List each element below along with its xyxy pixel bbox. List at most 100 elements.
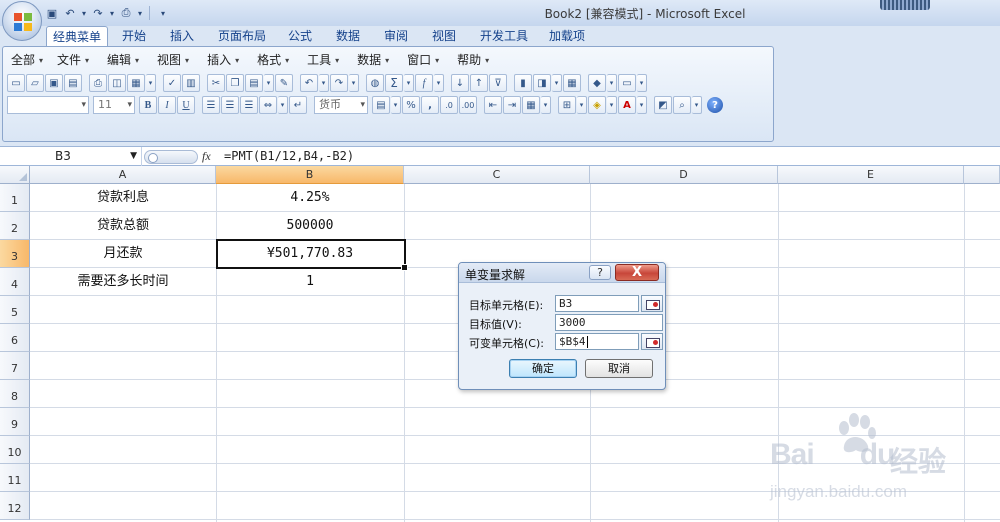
row-header-7[interactable]: 7	[0, 352, 30, 380]
number-format-combo[interactable]: 货币	[314, 96, 368, 114]
cell-a2[interactable]: 贷款总额	[30, 212, 216, 240]
copy-icon[interactable]: ❐	[226, 74, 244, 92]
paste-dropdown-icon[interactable]: ▾	[264, 74, 274, 92]
paste-icon[interactable]: ▤	[245, 74, 263, 92]
menu-window[interactable]: 窗口	[403, 51, 439, 70]
increase-decimal-icon[interactable]: .0	[440, 96, 458, 114]
set-cell-ref-icon[interactable]	[641, 295, 663, 312]
cell-b2[interactable]: 500000	[216, 212, 404, 240]
row-header-12[interactable]: 12	[0, 492, 30, 520]
font-name-combo[interactable]	[7, 96, 89, 114]
ok-button[interactable]: 确定	[509, 359, 577, 378]
row-header-6[interactable]: 6	[0, 324, 30, 352]
undo-dropdown-icon[interactable]: ▾	[319, 74, 329, 92]
row-header-9[interactable]: 9	[0, 408, 30, 436]
font-color-icon[interactable]: A	[618, 96, 636, 114]
zoom-dropdown-icon[interactable]: ▾	[692, 96, 702, 114]
borders-dropdown-icon[interactable]: ▾	[577, 96, 587, 114]
cell-styles-icon[interactable]: ▦	[522, 96, 540, 114]
currency-dropdown-icon[interactable]: ▾	[391, 96, 401, 114]
row-header-10[interactable]: 10	[0, 436, 30, 464]
autosum-icon[interactable]: Σ	[385, 74, 403, 92]
undo-icon[interactable]: ↶	[300, 74, 318, 92]
menu-insert[interactable]: 插入	[203, 51, 239, 70]
spelling-icon[interactable]: ✓	[163, 74, 181, 92]
textbox-dropdown-icon[interactable]: ▾	[637, 74, 647, 92]
align-left-icon[interactable]: ☰	[202, 96, 220, 114]
textbox-icon[interactable]: ▭	[618, 74, 636, 92]
changing-cell-ref-icon[interactable]	[641, 333, 663, 350]
hyperlink-icon[interactable]: ◍	[366, 74, 384, 92]
cell-b1[interactable]: 4.25%	[216, 184, 404, 212]
tab-formulas[interactable]: 公式	[280, 26, 320, 46]
cut-icon[interactable]: ✂	[207, 74, 225, 92]
research-book-icon[interactable]: ▥	[182, 74, 200, 92]
merge-dropdown-icon[interactable]: ▾	[278, 96, 288, 114]
name-box-dropdown-icon[interactable]: ▼	[130, 147, 137, 165]
column-header-d[interactable]: D	[590, 166, 778, 184]
row-header-11[interactable]: 11	[0, 464, 30, 492]
function-dropdown-icon[interactable]: ▾	[434, 74, 444, 92]
dialog-close-button[interactable]: X	[615, 264, 659, 281]
open-icon[interactable]: ▱	[26, 74, 44, 92]
menu-view[interactable]: 视图	[153, 51, 189, 70]
currency-icon[interactable]: ▤	[372, 96, 390, 114]
picture-icon[interactable]: ◩	[654, 96, 672, 114]
align-center-icon[interactable]: ☰	[221, 96, 239, 114]
new-icon[interactable]: ▭	[7, 74, 25, 92]
drawing-icon[interactable]: ◨	[533, 74, 551, 92]
insert-function-icon[interactable]: f	[415, 74, 433, 92]
grid-icon[interactable]: ▦	[563, 74, 581, 92]
align-right-icon[interactable]: ☰	[240, 96, 258, 114]
active-cell-border[interactable]	[216, 239, 408, 271]
bold-button[interactable]: B	[139, 96, 157, 114]
menu-data[interactable]: 数据	[353, 51, 389, 70]
row-header-3[interactable]: 3	[0, 240, 30, 268]
sort-ascending-icon[interactable]: ↓	[451, 74, 469, 92]
research-icon[interactable]: ▦	[127, 74, 145, 92]
window-controls[interactable]	[880, 0, 930, 10]
help-icon[interactable]: ?	[707, 97, 723, 113]
menu-file[interactable]: 文件	[53, 51, 89, 70]
cell-a3[interactable]: 月还款	[30, 240, 216, 268]
formula-input[interactable]: =PMT(B1/12,B4,-B2)	[224, 149, 354, 163]
tab-home[interactable]: 开始	[114, 26, 154, 46]
select-all-corner[interactable]	[0, 166, 30, 184]
fill-color-dropdown-icon[interactable]: ▾	[607, 96, 617, 114]
font-color-dropdown-icon[interactable]: ▾	[637, 96, 647, 114]
decrease-indent-icon[interactable]: ⇤	[484, 96, 502, 114]
comma-button[interactable]: ,	[421, 96, 439, 114]
cell-a4[interactable]: 需要还多长时间	[30, 268, 216, 296]
print-preview-icon[interactable]: ◫	[108, 74, 126, 92]
row-header-4[interactable]: 4	[0, 268, 30, 296]
row-header-5[interactable]: 5	[0, 296, 30, 324]
tab-review[interactable]: 审阅	[376, 26, 416, 46]
zoom-icon[interactable]: ⌕	[673, 96, 691, 114]
research-dropdown-icon[interactable]: ▾	[146, 74, 156, 92]
menu-all[interactable]: 全部	[7, 51, 43, 70]
column-header-a[interactable]: A	[30, 166, 216, 184]
tab-developer[interactable]: 开发工具	[474, 26, 534, 46]
fill-color-icon[interactable]: ◈	[588, 96, 606, 114]
increase-indent-icon[interactable]: ⇥	[503, 96, 521, 114]
autosum-dropdown-icon[interactable]: ▾	[404, 74, 414, 92]
column-header-e[interactable]: E	[778, 166, 964, 184]
name-box[interactable]: B3 ▼	[0, 147, 142, 166]
redo-dropdown-icon[interactable]: ▾	[349, 74, 359, 92]
changing-cell-input[interactable]: $B$4	[555, 333, 639, 350]
shapes-dropdown-icon[interactable]: ▾	[607, 74, 617, 92]
sort-descending-icon[interactable]: ↑	[470, 74, 488, 92]
dialog-title-bar[interactable]: 单变量求解 ? X	[459, 263, 665, 283]
percent-button[interactable]: %	[402, 96, 420, 114]
tab-data[interactable]: 数据	[328, 26, 368, 46]
column-header-b[interactable]: B	[216, 166, 404, 184]
office-button[interactable]	[2, 1, 42, 41]
format-painter-icon[interactable]: ✎	[275, 74, 293, 92]
redo-icon[interactable]: ↷	[330, 74, 348, 92]
italic-button[interactable]: I	[158, 96, 176, 114]
row-header-8[interactable]: 8	[0, 380, 30, 408]
wrap-text-icon[interactable]: ↵	[289, 96, 307, 114]
shapes-icon[interactable]: ◆	[588, 74, 606, 92]
to-value-input[interactable]: 3000	[555, 314, 663, 331]
tab-view[interactable]: 视图	[424, 26, 464, 46]
